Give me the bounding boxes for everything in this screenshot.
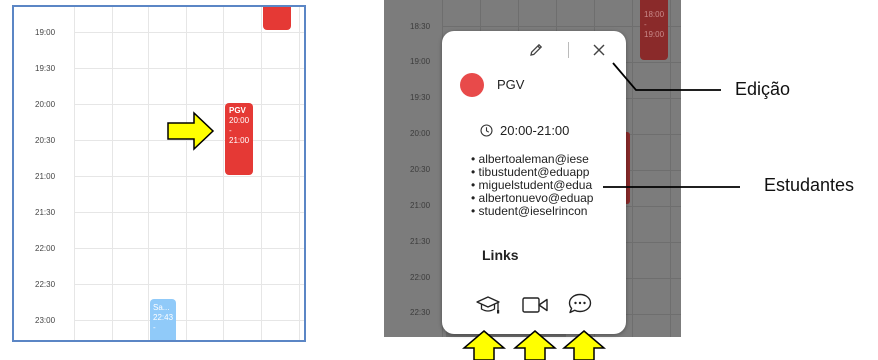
arrow-up-icons [462,330,607,360]
arrow-up-icon [462,330,507,360]
callout-lines [603,62,740,188]
callout-edit-label: Edição [735,79,791,99]
arrow-up-icon [561,330,607,360]
arrow-up-icon [512,330,558,360]
callout-students-label: Estudantes [764,175,855,195]
